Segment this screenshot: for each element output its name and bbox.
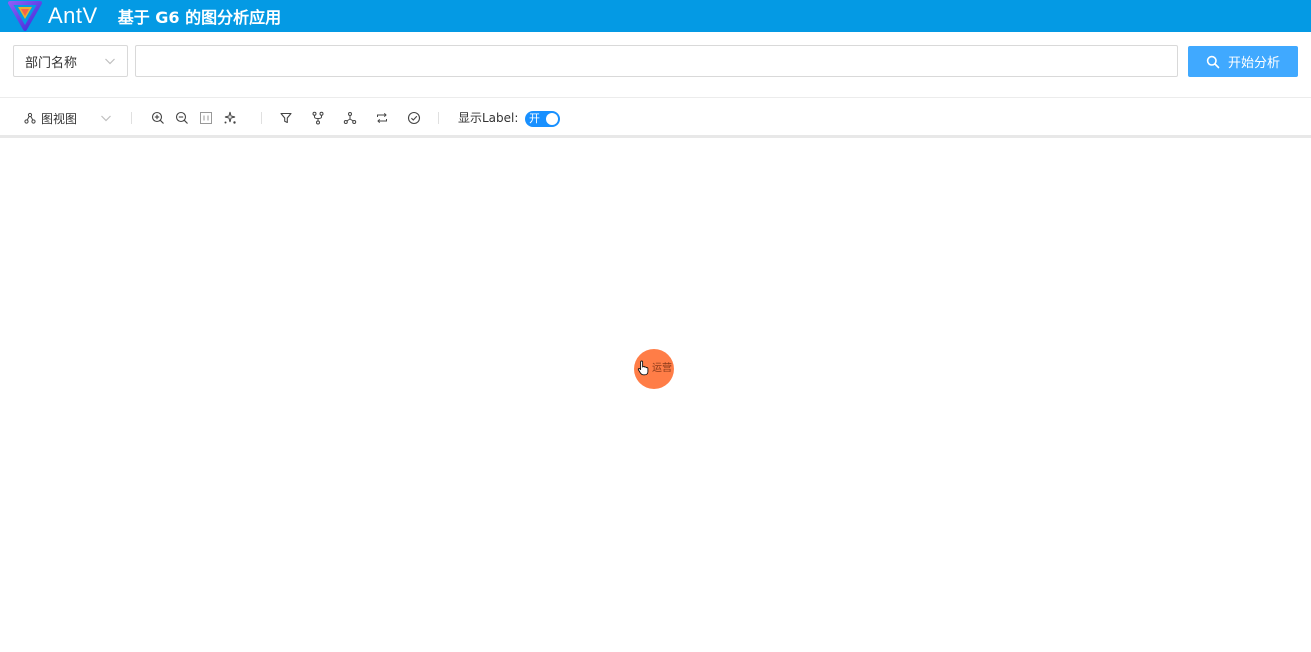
toolbar-divider (261, 112, 262, 124)
fork-button[interactable] (311, 110, 325, 126)
page-title: 基于 G6 的图分析应用 (117, 8, 282, 27)
check-circle-icon (407, 111, 421, 125)
fork-icon (312, 111, 324, 125)
logo-text: AntV (48, 3, 98, 28)
swap-button[interactable] (375, 110, 389, 126)
auto-layout-button[interactable] (223, 110, 237, 126)
search-icon (1206, 55, 1220, 68)
toggle-knob (546, 113, 558, 125)
antv-logo[interactable]: AntV (8, 1, 98, 31)
toggle-state-text: 开 (529, 112, 540, 125)
chevron-down-icon (101, 115, 111, 122)
search-input[interactable] (135, 45, 1178, 77)
antv-logo-icon (8, 1, 42, 31)
app-header: AntV 基于 G6 的图分析应用 (0, 0, 1311, 32)
swap-icon (377, 112, 387, 124)
field-select-value: 部门名称 (25, 55, 78, 71)
cluster-icon (343, 112, 357, 124)
show-label-text: 显示Label: (458, 111, 519, 125)
start-analysis-button[interactable]: 开始分析 (1188, 46, 1298, 77)
show-label-toggle[interactable]: 开 (525, 111, 560, 127)
start-analysis-label: 开始分析 (1227, 56, 1280, 71)
hand-pointer-icon (637, 360, 649, 376)
zoom-in-icon (151, 111, 164, 124)
fit-view-button[interactable] (199, 110, 213, 126)
field-select[interactable]: 部门名称 (13, 45, 128, 77)
graph-node-label: 运营 (652, 363, 672, 374)
graph-canvas[interactable]: 运营 (0, 141, 1311, 652)
fit-view-icon (200, 112, 212, 124)
toolbar-divider (438, 112, 439, 124)
view-select[interactable]: 图视图 (24, 110, 112, 126)
chevron-down-icon (105, 58, 115, 65)
zoom-in-button[interactable] (151, 110, 165, 126)
toolbar-divider (131, 112, 132, 124)
search-bar: 部门名称 开始分析 (0, 32, 1311, 98)
zoom-out-icon (175, 111, 188, 124)
graph-view-icon (24, 112, 36, 124)
filter-icon (280, 112, 292, 124)
auto-layout-icon (224, 111, 236, 124)
zoom-out-button[interactable] (175, 110, 189, 126)
graph-toolbar: 图视图 显示Label: (0, 98, 1311, 138)
filter-button[interactable] (279, 110, 293, 126)
cluster-button[interactable] (343, 110, 357, 126)
confirm-button[interactable] (407, 110, 421, 126)
view-select-value: 图视图 (41, 111, 78, 126)
